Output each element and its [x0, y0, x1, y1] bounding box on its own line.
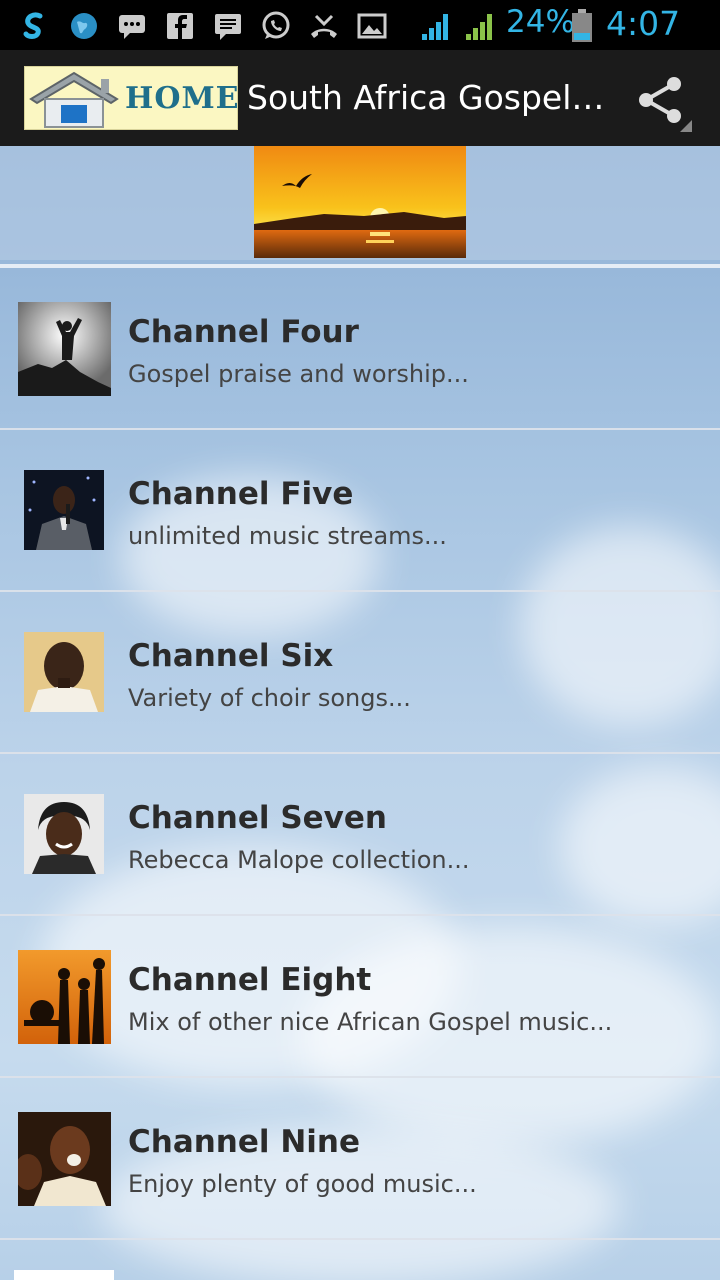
channel-title: Channel Seven	[128, 800, 387, 836]
channel-title: Channel Six	[128, 638, 334, 674]
channel-description: Variety of choir songs...	[128, 684, 411, 712]
channel-description: Enjoy plenty of good music...	[128, 1170, 477, 1198]
list-item[interactable]: Channel Nine Enjoy plenty of good music.…	[0, 1078, 720, 1240]
whatsapp-icon	[260, 10, 292, 42]
browser-icon	[68, 10, 100, 42]
signal-icon	[464, 10, 496, 42]
list-item[interactable]: Channel Four Gospel praise and worship..…	[0, 268, 720, 430]
channel-thumbnail	[24, 632, 104, 712]
channel-list: Channel Four Gospel praise and worship..…	[0, 268, 720, 1240]
missed-call-icon	[308, 10, 340, 42]
facebook-icon	[164, 10, 196, 42]
channel-thumbnail	[24, 794, 104, 874]
home-button[interactable]: HOME	[24, 66, 240, 130]
list-item[interactable]: Channel Eight Mix of other nice African …	[0, 916, 720, 1078]
banner	[0, 146, 720, 260]
channel-title: Channel Eight	[128, 962, 372, 998]
channel-thumbnail	[18, 1112, 111, 1206]
list-item[interactable]: Channel Six Variety of choir songs...	[0, 592, 720, 754]
channel-description: Gospel praise and worship...	[128, 360, 469, 388]
channel-description: unlimited music streams...	[128, 522, 447, 550]
list-item[interactable]: Channel Five unlimited music streams...	[0, 430, 720, 592]
battery-icon	[568, 9, 596, 42]
sunset-banner-image	[254, 146, 466, 258]
channel-title: Channel Nine	[128, 1124, 360, 1160]
content-area: Channel Four Gospel praise and worship..…	[0, 146, 720, 1280]
clock-time: 4:07	[606, 4, 681, 43]
app-title: South Africa Gospel…	[247, 78, 605, 117]
channel-thumbnail	[14, 1270, 114, 1280]
home-label: HOME	[125, 81, 240, 116]
sms-icon	[212, 10, 244, 42]
share-button[interactable]	[632, 70, 696, 134]
channel-description: Mix of other nice African Gospel music..…	[128, 1008, 613, 1036]
share-icon	[639, 77, 692, 132]
battery-percent: 24%	[506, 4, 575, 40]
skype-icon	[18, 10, 50, 42]
action-bar: HOME South Africa Gospel…	[0, 50, 720, 146]
signal-icon	[420, 10, 452, 42]
gallery-icon	[356, 10, 388, 42]
channel-description: Rebecca Malope collection...	[128, 846, 470, 874]
status-bar: 24% 4:07 PM	[0, 0, 720, 80]
house-icon	[29, 71, 119, 128]
channel-thumbnail	[18, 950, 111, 1044]
channel-title: Channel Four	[128, 314, 359, 350]
list-item[interactable]: Channel Seven Rebecca Malope collection.…	[0, 754, 720, 916]
channel-thumbnail	[18, 302, 111, 396]
channel-title: Channel Five	[128, 476, 354, 512]
messaging-icon	[116, 10, 148, 42]
channel-thumbnail	[24, 470, 104, 550]
